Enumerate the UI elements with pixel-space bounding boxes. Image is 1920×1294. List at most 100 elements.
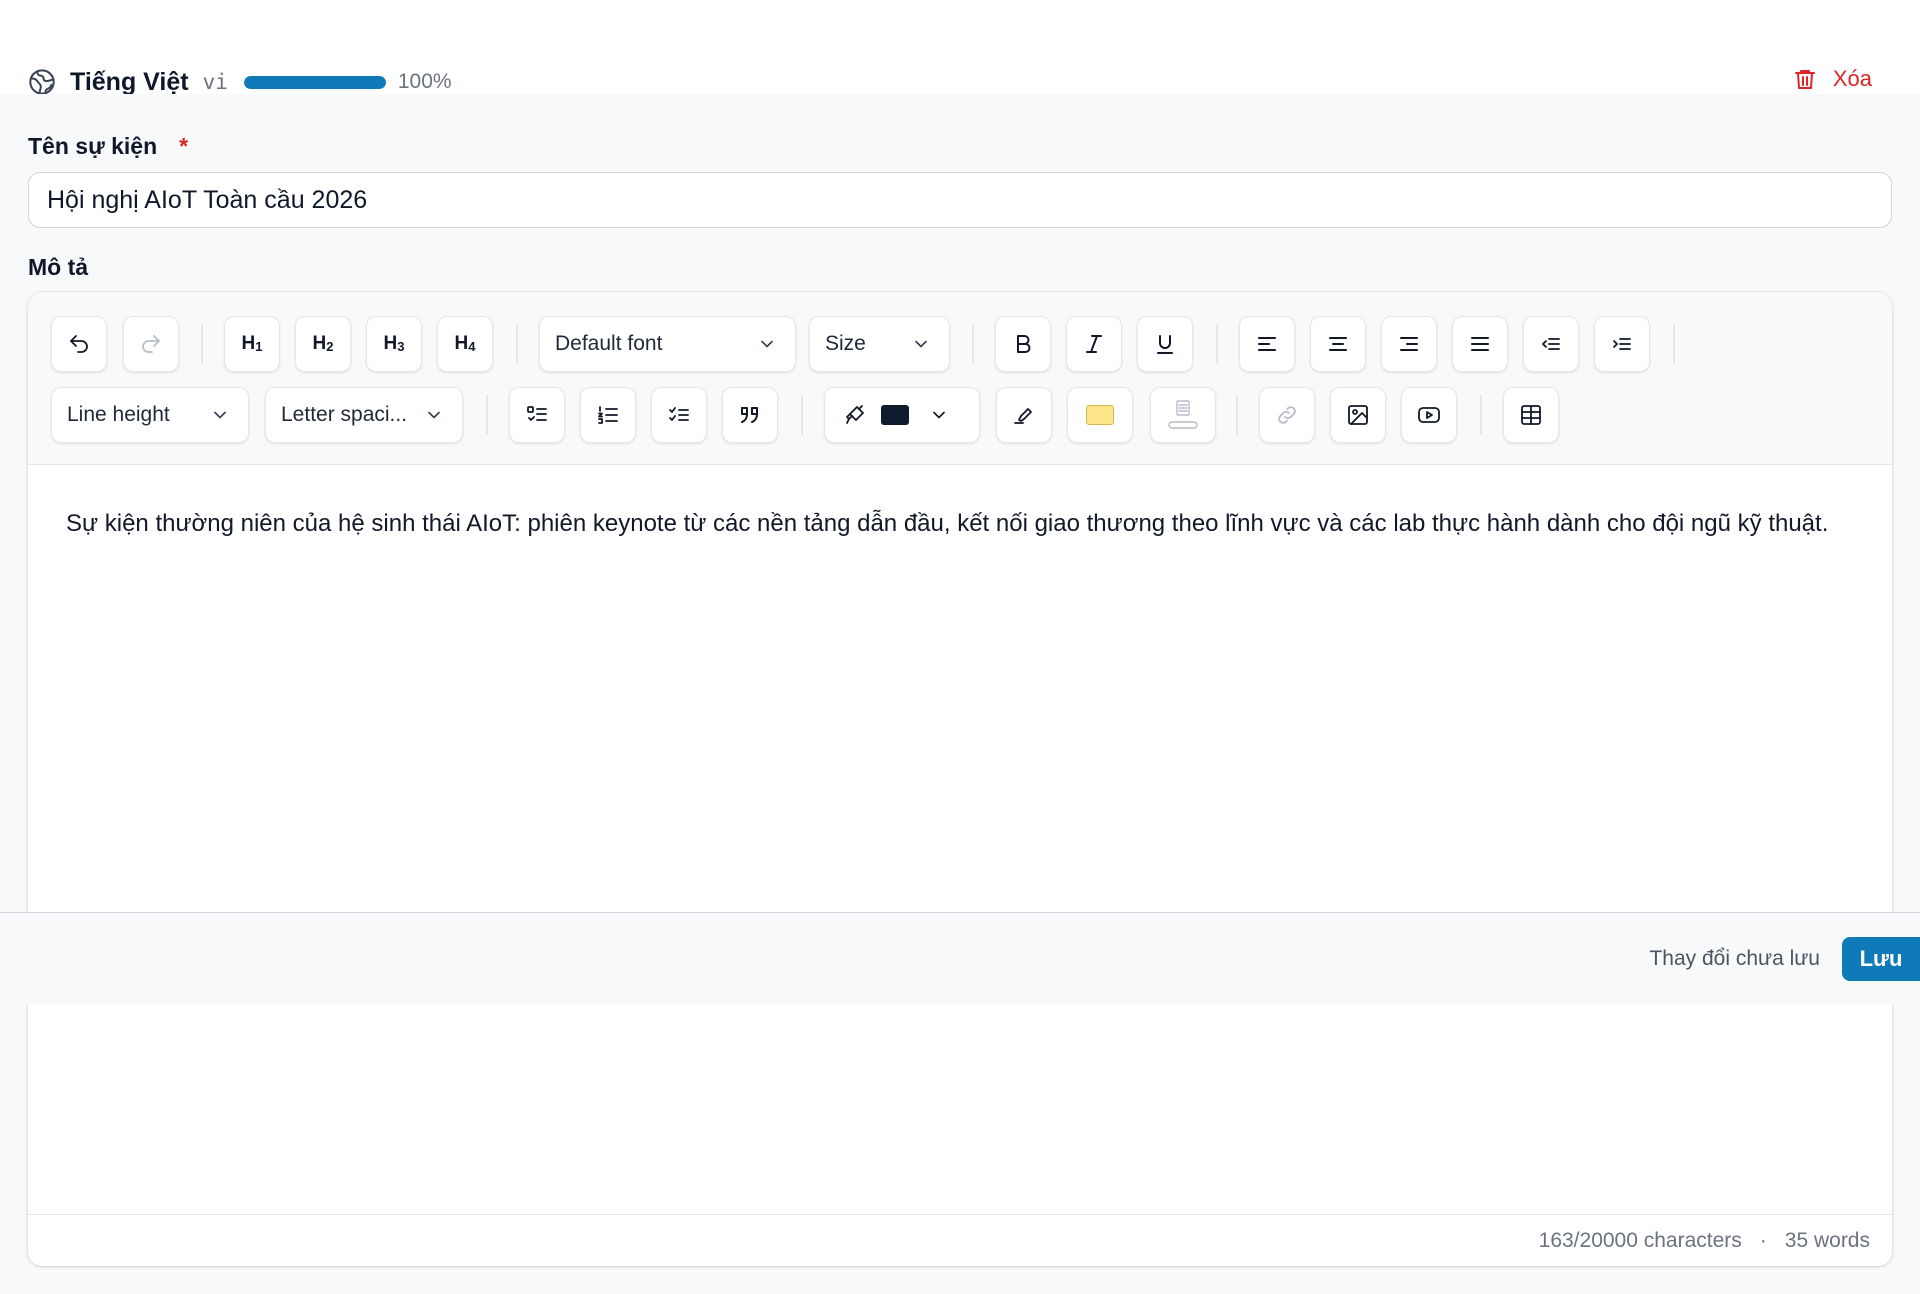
highlight-color-picker[interactable] — [1067, 387, 1133, 443]
underline-icon — [1157, 335, 1173, 354]
toolbar-divider — [801, 395, 803, 435]
ordered-list-button[interactable] — [580, 387, 636, 443]
event-name-input[interactable] — [28, 172, 1892, 228]
unsaved-status: Thay đổi chưa lưu — [1649, 947, 1820, 970]
insert-video-button[interactable] — [1401, 387, 1457, 443]
paint-brush-icon — [846, 405, 864, 424]
toolbar-divider — [1673, 324, 1675, 364]
delete-language-button[interactable]: Xóa — [1793, 66, 1872, 92]
letter-spacing-select[interactable]: Letter spaci... — [265, 387, 463, 443]
heading-4-label: H4 — [454, 333, 476, 354]
letter-spacing-value: Letter spaci... — [281, 403, 408, 426]
insert-table-button[interactable] — [1503, 387, 1559, 443]
bold-button[interactable] — [995, 316, 1051, 372]
redo-button[interactable] — [123, 316, 179, 372]
event-name-label: Tên sự kiện * — [28, 133, 188, 160]
chevron-down-icon — [428, 411, 440, 419]
chevron-down-icon — [915, 340, 927, 348]
text-color-swatch — [881, 405, 909, 425]
insert-image-button[interactable] — [1330, 387, 1386, 443]
font-size-value: Size — [825, 332, 866, 355]
toolbar-divider — [516, 324, 518, 364]
align-justify-button[interactable] — [1452, 316, 1508, 372]
paragraph-background-button[interactable] — [1150, 387, 1216, 443]
translation-progress-fill — [243, 75, 386, 89]
heading-4-button[interactable]: H4 — [437, 316, 493, 372]
blockquote-icon — [741, 407, 758, 423]
character-count: 163/20000 characters — [1538, 1228, 1742, 1252]
chevron-down-icon — [214, 411, 226, 419]
highlight-button[interactable] — [996, 387, 1052, 443]
font-family-select[interactable]: Default font — [539, 316, 796, 372]
line-height-select[interactable]: Line height — [51, 387, 249, 443]
video-icon — [1418, 407, 1440, 423]
redo-icon — [142, 335, 160, 353]
italic-button[interactable] — [1066, 316, 1122, 372]
chevron-down-icon — [933, 411, 945, 419]
language-header: Tiếng Việt vi 100% Xóa — [0, 0, 1920, 96]
highlighter-icon — [1014, 408, 1032, 424]
text-color-picker[interactable] — [824, 387, 980, 443]
editor-toolbar: H1 H2 H3 H4 Default font Size Line heigh… — [28, 292, 1892, 465]
toolbar-divider — [201, 324, 203, 364]
font-size-select[interactable]: Size — [809, 316, 950, 372]
word-count: 35 words — [1784, 1228, 1870, 1252]
align-center-icon — [1329, 337, 1347, 351]
translation-progress-bar — [243, 75, 386, 89]
align-left-icon — [1258, 337, 1276, 351]
trash-icon — [1794, 70, 1815, 89]
highlight-color-swatch — [1086, 405, 1114, 425]
align-right-icon — [1400, 337, 1418, 351]
undo-icon — [70, 335, 88, 353]
globe-icon — [29, 69, 55, 95]
align-center-button[interactable] — [1310, 316, 1366, 372]
paragraph-background-icon — [1168, 400, 1198, 429]
heading-2-button[interactable]: H2 — [295, 316, 351, 372]
heading-1-label: H1 — [241, 333, 263, 354]
required-marker: * — [179, 133, 189, 159]
toolbar-divider — [1216, 324, 1218, 364]
indent-button[interactable] — [1594, 316, 1650, 372]
delete-label: Xóa — [1832, 66, 1872, 91]
save-button[interactable]: Lưu — [1842, 937, 1920, 981]
link-icon — [1278, 406, 1296, 424]
ordered-list-icon — [598, 406, 618, 424]
rich-text-editor: H1 H2 H3 H4 Default font Size Line heigh… — [28, 292, 1892, 1266]
font-family-value: Default font — [555, 332, 663, 355]
bullet-list-button[interactable] — [509, 387, 565, 443]
toolbar-divider — [972, 324, 974, 364]
status-separator: · — [1759, 1228, 1767, 1252]
link-button[interactable] — [1259, 387, 1315, 443]
heading-3-label: H3 — [383, 333, 405, 354]
language-code: vi — [202, 70, 228, 94]
editor-status-bar: 163/20000 characters · 35 words — [28, 1214, 1892, 1266]
align-justify-icon — [1471, 337, 1489, 351]
indent-icon — [1613, 338, 1631, 350]
heading-3-button[interactable]: H3 — [366, 316, 422, 372]
task-list-icon — [669, 407, 689, 421]
bullet-list-icon — [527, 406, 547, 421]
task-list-button[interactable] — [651, 387, 707, 443]
image-icon — [1348, 405, 1368, 425]
italic-icon — [1086, 335, 1102, 353]
blockquote-button[interactable] — [722, 387, 778, 443]
undo-button[interactable] — [51, 316, 107, 372]
outdent-button[interactable] — [1523, 316, 1579, 372]
heading-2-label: H2 — [312, 333, 334, 354]
toolbar-divider — [1236, 395, 1238, 435]
translation-progress-text: 100% — [397, 70, 452, 93]
toolbar-divider — [486, 395, 488, 435]
chevron-down-icon — [761, 340, 773, 348]
language-name: Tiếng Việt — [70, 67, 189, 96]
underline-button[interactable] — [1137, 316, 1193, 372]
align-right-button[interactable] — [1381, 316, 1437, 372]
heading-1-button[interactable]: H1 — [224, 316, 280, 372]
event-name-label-text: Tên sự kiện — [28, 133, 158, 159]
bold-icon — [1017, 335, 1031, 353]
table-icon — [1521, 405, 1541, 425]
align-left-button[interactable] — [1239, 316, 1295, 372]
description-label: Mô tả — [28, 254, 89, 280]
editor-content[interactable]: Sự kiện thường niên của hệ sinh thái AIo… — [66, 504, 1856, 543]
toolbar-divider — [1480, 395, 1482, 435]
outdent-icon — [1542, 338, 1560, 350]
